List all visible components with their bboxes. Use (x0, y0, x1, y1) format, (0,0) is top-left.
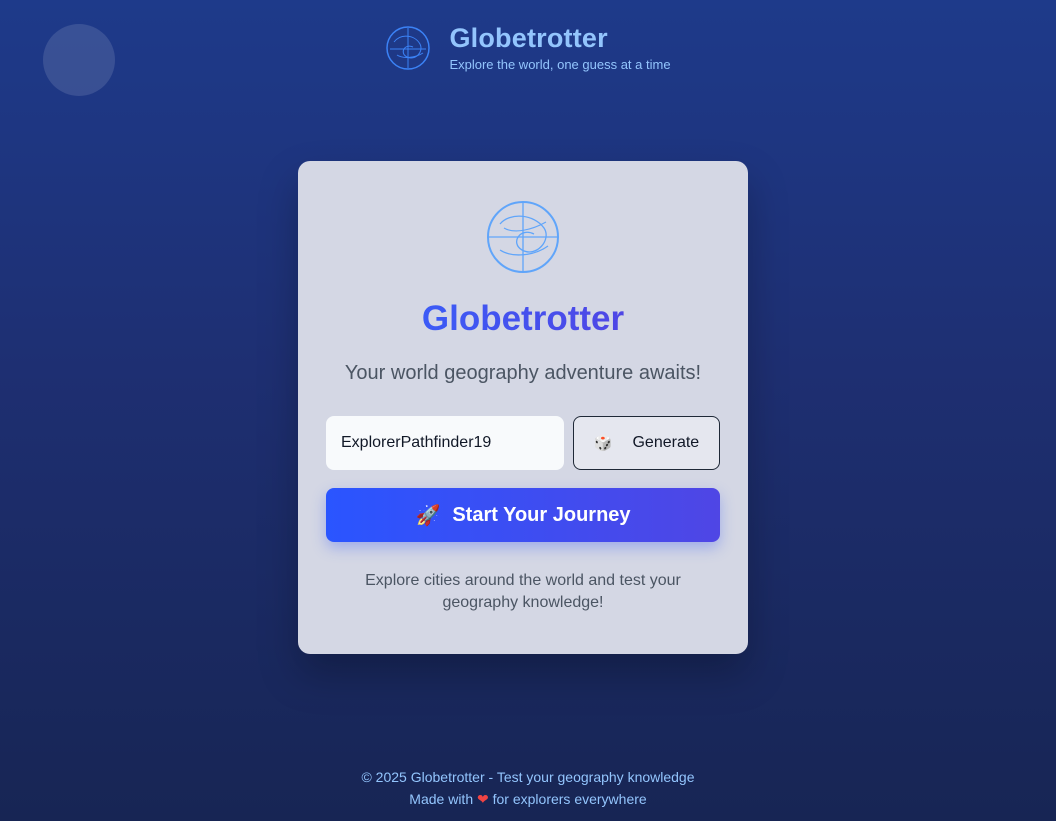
rocket-icon: 🚀 (415, 504, 441, 527)
footer-made-with: Made with ❤ for explorers everywhere (0, 788, 1056, 810)
globe-icon (486, 200, 560, 274)
footer-copyright: © 2025 Globetrotter - Test your geograph… (361, 769, 695, 785)
dice-icon: 🎲 (593, 435, 613, 452)
card-title: Globetrotter (421, 299, 625, 338)
generate-label: Generate (632, 434, 700, 451)
start-journey-label: Start Your Journey (452, 503, 631, 526)
username-row: 🎲 Generate (326, 416, 720, 470)
site-title: Globetrotter (449, 23, 608, 53)
generate-button[interactable]: 🎲 Generate (573, 416, 720, 470)
site-header: Globetrotter Explore the world, one gues… (0, 22, 1056, 74)
footer-made-prefix: Made with (409, 791, 474, 807)
card-tagline: Your world geography adventure awaits! (344, 362, 702, 384)
globe-icon (385, 25, 431, 71)
heart-icon: ❤ (477, 791, 489, 807)
welcome-card: Globetrotter Your world geography advent… (298, 161, 748, 654)
site-footer: © 2025 Globetrotter - Test your geograph… (0, 766, 1056, 810)
username-input[interactable] (326, 416, 564, 470)
footer-made-suffix: for explorers everywhere (492, 791, 647, 807)
card-description: Explore cities around the world and test… (365, 572, 681, 611)
start-journey-button[interactable]: 🚀 Start Your Journey (326, 488, 720, 542)
site-subtitle: Explore the world, one guess at a time (449, 57, 671, 72)
